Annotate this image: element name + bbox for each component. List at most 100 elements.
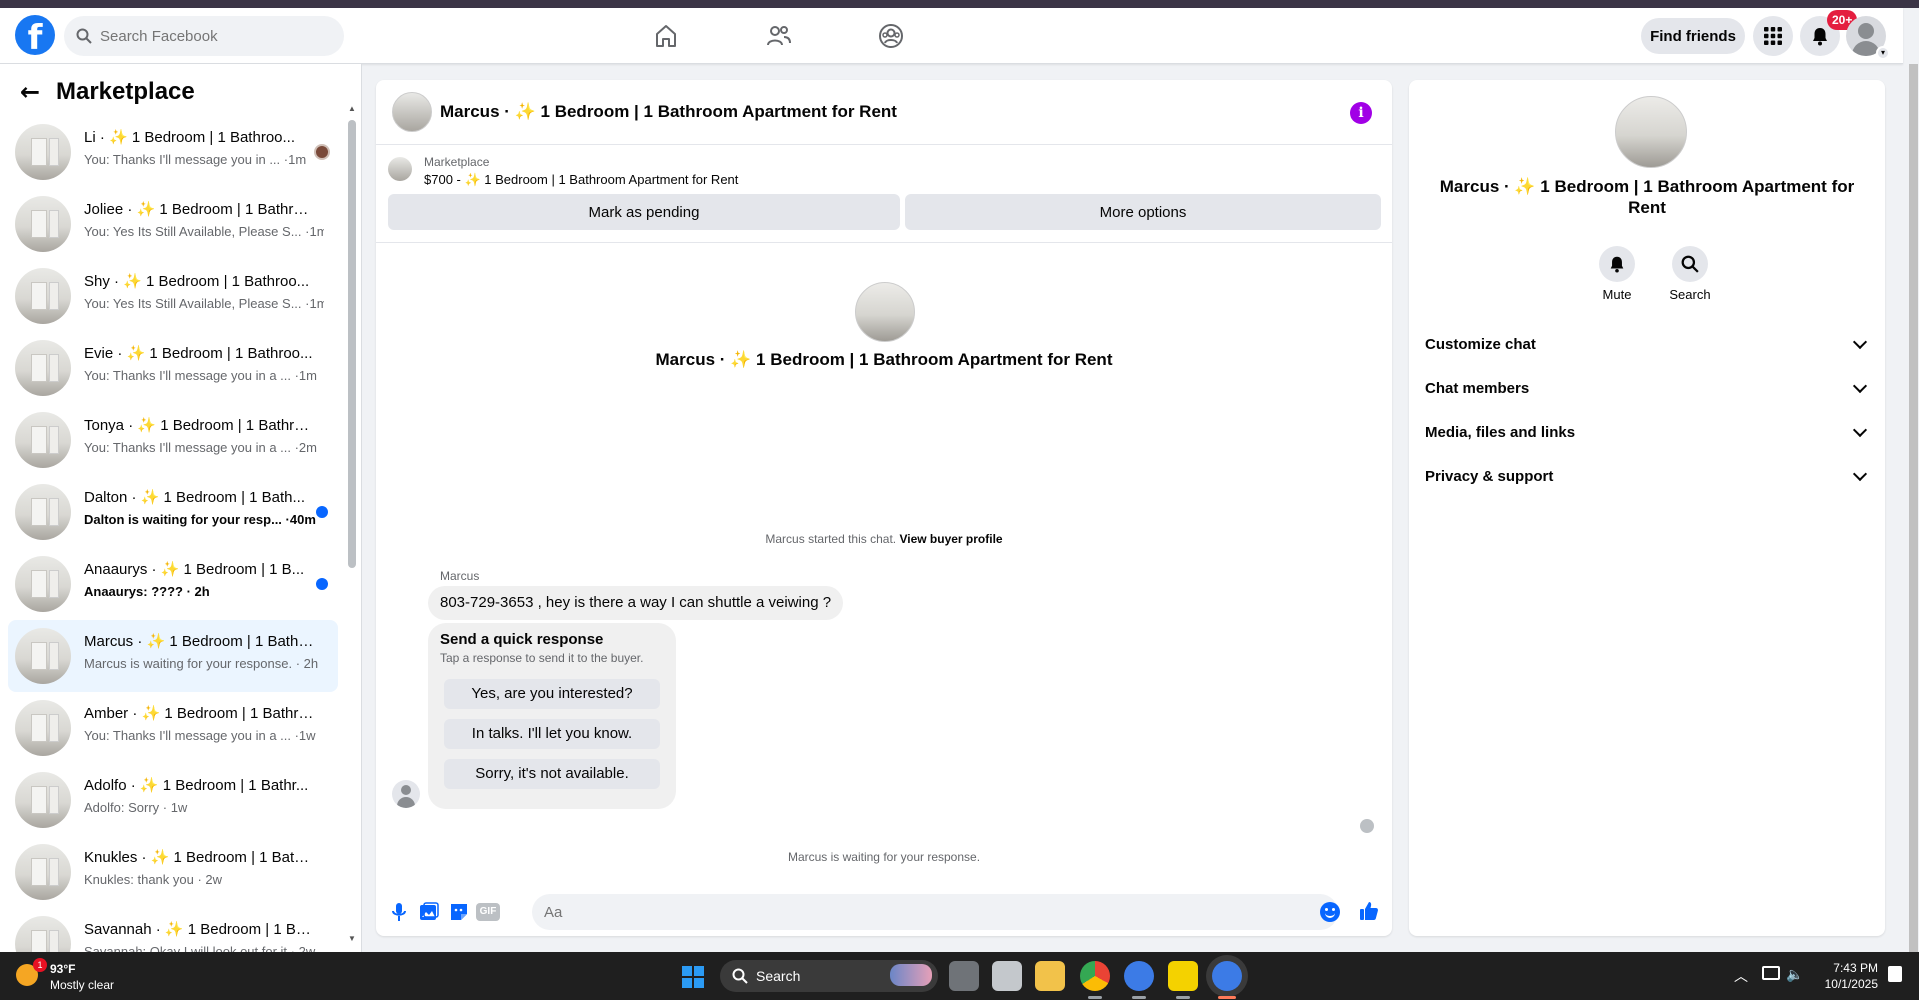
conversation-item[interactable]: Shy · ✨ 1 Bedroom | 1 Bathroo... You: Yes… [8,260,338,332]
view-buyer-profile-link[interactable]: View buyer profile [899,532,1002,546]
conversation-name: Anaaurys · ✨ 1 Bedroom | 1 B... [84,561,305,578]
listing-price-title[interactable]: $700 - ✨ 1 Bedroom | 1 Bathroom Apartmen… [424,172,738,188]
windows-start-icon[interactable] [682,966,704,988]
mute-action[interactable]: Mute [1587,246,1647,302]
sidebar-scrollbar[interactable]: ▲ ▼ [348,104,356,944]
media-files-links-section[interactable]: Media, files and links [1425,414,1869,450]
scroll-down-icon[interactable]: ▼ [348,934,356,943]
page-scrollbar[interactable] [1908,64,1919,952]
quick-response-button[interactable]: In talks. I'll let you know. [444,719,660,749]
page-title: Marketplace [56,78,195,105]
conversation-item[interactable]: Li · ✨ 1 Bedroom | 1 Bathroo... You: Than… [8,116,338,188]
seen-indicator-icon [1360,819,1374,833]
scroll-up-icon[interactable]: ▲ [348,104,356,113]
file-explorer-icon[interactable] [1035,961,1065,991]
listing-avatar [15,340,71,396]
chat-avatar[interactable] [392,92,432,132]
conversation-sidebar: ← Marketplace Li · ✨ 1 Bedroom | 1 Bathr… [0,64,362,952]
weather-condition: Mostly clear [50,978,115,992]
notification-center-icon[interactable] [1888,966,1902,982]
sender-avatar[interactable] [392,780,420,808]
find-friends-button[interactable]: Find friends [1641,18,1745,54]
search-icon [1681,255,1699,273]
search-highlight-icon [890,964,932,986]
sidebar-header: ← Marketplace [20,78,195,106]
info-icon[interactable]: i [1350,102,1372,124]
network-icon[interactable] [1762,966,1780,980]
unread-dot-icon [316,506,328,518]
bell-icon [1813,28,1827,46]
sticker-icon[interactable] [448,901,470,923]
conversation-item[interactable]: Amber · ✨ 1 Bedroom | 1 Bathro... You: Th… [8,692,338,764]
listing-avatar [15,700,71,756]
conversation-item[interactable]: Dalton · ✨ 1 Bedroom | 1 Bath... Dalton i… [8,476,338,548]
listing-avatar [15,484,71,540]
chat-details-panel: Marcus · ✨ 1 Bedroom | 1 Bathroom Apartm… [1409,80,1885,936]
conversation-item[interactable]: Knukles · ✨ 1 Bedroom | 1 Bathr... Knukle… [8,836,338,908]
chevron-down-icon [1852,422,1868,438]
photo-icon[interactable] [418,901,440,923]
chevron-down-icon[interactable]: ▾ [1876,46,1890,60]
menu-button[interactable] [1753,16,1793,56]
section-label: Privacy & support [1425,467,1554,485]
search-action[interactable]: Search [1660,246,1720,302]
listing-avatar [15,772,71,828]
friends-icon[interactable] [765,22,793,50]
conversation-item[interactable]: Marcus · ✨ 1 Bedroom | 1 Bathr... Marcus … [8,620,338,692]
details-avatar[interactable] [1615,96,1687,168]
section-label: Media, files and links [1425,423,1576,441]
microphone-icon[interactable] [388,901,410,923]
chevron-down-icon [1852,466,1868,482]
quick-response-button[interactable]: Yes, are you interested? [444,679,660,709]
scrollbar-thumb[interactable] [348,120,356,568]
conversation-item[interactable]: Adolfo · ✨ 1 Bedroom | 1 Bathr... Adolfo:… [8,764,338,836]
conversation-item[interactable]: Evie · ✨ 1 Bedroom | 1 Bathroo... You: Th… [8,332,338,404]
task-view-icon[interactable] [949,961,979,991]
store-icon[interactable] [992,961,1022,991]
listing-avatar [15,916,71,952]
active-indicator [1218,996,1236,999]
facebook-logo[interactable]: f [15,15,55,55]
search-input[interactable] [100,27,330,45]
mark-as-pending-button[interactable]: Mark as pending [388,194,900,230]
chrome-icon[interactable] [1080,961,1110,991]
message-bubble[interactable]: 803-729-3653 , hey is there a way I can … [428,586,844,620]
listing-avatar [15,556,71,612]
conversation-name: Knukles · ✨ 1 Bedroom | 1 Bathr... [84,849,314,866]
volume-icon[interactable]: 🔈 [1786,966,1803,983]
privacy-support-section[interactable]: Privacy & support [1425,458,1869,494]
search-bar[interactable] [64,16,344,56]
chat-members-section[interactable]: Chat members [1425,370,1869,406]
back-arrow-icon[interactable]: ← [20,78,56,106]
system-clock[interactable]: 7:43 PM 10/1/2025 [1816,960,1878,992]
sticky-notes-icon[interactable] [1168,961,1198,991]
conversation-snippet: Knukles: thank you · 2w [84,872,223,887]
browser-top-strip [0,0,1919,8]
more-options-button[interactable]: More options [905,194,1381,230]
chat-panel: Marcus · ✨ 1 Bedroom | 1 Bathroom Apartm… [376,80,1392,936]
chrome-active-icon[interactable] [1212,961,1242,991]
conversation-name: Savannah · ✨ 1 Bedroom | 1 Bat... [84,921,314,938]
gif-icon[interactable]: GIF [476,903,500,921]
section-label: Chat members [1425,379,1530,397]
home-icon[interactable] [652,22,680,50]
message-composer: GIF [376,888,1392,936]
message-input[interactable] [532,894,1338,930]
unread-dot-icon [316,578,328,590]
chrome-profile-icon[interactable] [1124,961,1154,991]
chevron-up-icon[interactable]: ︿ [1734,966,1748,986]
quick-response-button[interactable]: Sorry, it's not available. [444,759,660,789]
thumbs-up-icon[interactable] [1358,900,1380,922]
conversation-item[interactable]: Anaaurys · ✨ 1 Bedroom | 1 B... Anaaurys:… [8,548,338,620]
groups-icon[interactable] [877,22,905,50]
conversation-item[interactable]: Savannah · ✨ 1 Bedroom | 1 Bat... Savanna… [8,908,338,952]
chat-title[interactable]: Marcus · ✨ 1 Bedroom | 1 Bathroom Apartm… [440,102,897,122]
conversation-item[interactable]: Tonya · ✨ 1 Bedroom | 1 Bathro... You: Th… [8,404,338,476]
customize-chat-section[interactable]: Customize chat [1425,326,1869,362]
chevron-down-icon [1852,334,1868,350]
listing-thumbnail[interactable] [388,157,412,181]
scrollbar-thumb[interactable] [1909,64,1918,952]
emoji-icon[interactable] [1320,902,1340,922]
conversation-item[interactable]: Joliee · ✨ 1 Bedroom | 1 Bathro... You: Y… [8,188,338,260]
conversation-snippet: Marcus is waiting for your response. · 2… [84,656,319,671]
